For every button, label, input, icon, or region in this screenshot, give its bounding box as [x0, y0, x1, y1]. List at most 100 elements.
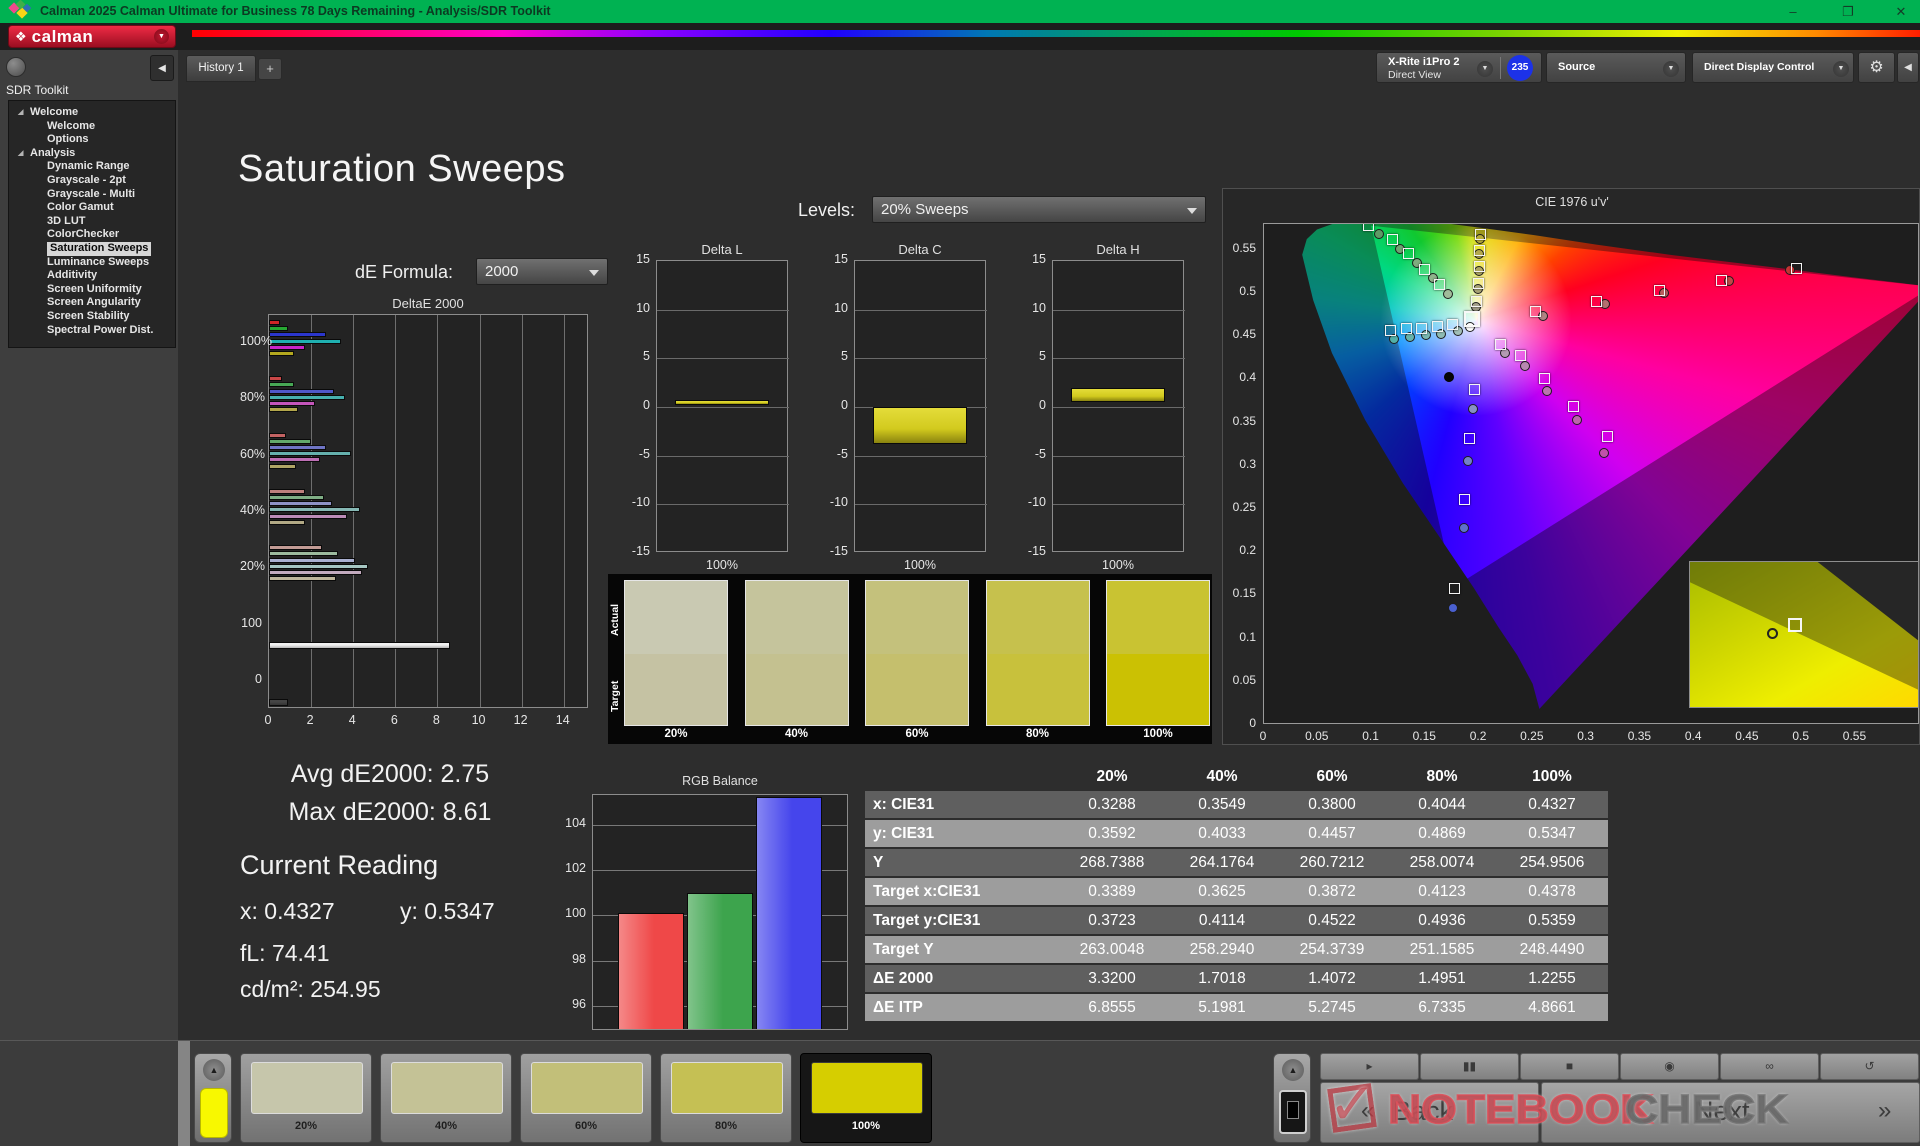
sidebar-status-orb[interactable]: [6, 57, 26, 77]
patch-button-40%[interactable]: 40%: [380, 1053, 512, 1143]
arrow-up-icon[interactable]: ▲: [1282, 1059, 1304, 1081]
tree-item-welcome[interactable]: ◢ Welcome: [9, 106, 175, 120]
deltae-bar: [269, 376, 282, 382]
group-label: 80%: [240, 390, 266, 405]
pause-button[interactable]: ▮▮: [1420, 1053, 1519, 1080]
tree-item-label: Additivity: [47, 269, 98, 282]
tree-item-analysis[interactable]: ◢ Analysis: [9, 147, 175, 161]
levels-select[interactable]: 20% Sweeps: [872, 196, 1206, 223]
tree-item-additivity[interactable]: Additivity: [9, 269, 175, 283]
y-tick-label: 15: [834, 252, 848, 266]
divider: [1500, 57, 1501, 79]
max-de2000: Max dE2000: 8.61: [288, 798, 492, 826]
minimize-button[interactable]: –: [1778, 2, 1808, 21]
calman-wordmark: calman: [31, 26, 94, 46]
deltae-bar: [269, 488, 305, 494]
pattern-window-button[interactable]: [1279, 1090, 1307, 1134]
display-control-label: Direct Display Control: [1704, 61, 1815, 73]
meter-count-badge[interactable]: 235: [1507, 55, 1533, 81]
deltae-bar: [269, 545, 322, 551]
delta_h-bar: [1071, 387, 1165, 403]
sidebar-collapse-button[interactable]: ◀: [150, 55, 174, 81]
actual-target-swatch-panel: Actual Target 20% 40% 60% 80% 100%: [608, 574, 1212, 744]
tree-item-screen-angularity[interactable]: Screen Angularity: [9, 296, 175, 310]
tree-item-dynamic-range[interactable]: Dynamic Range: [9, 160, 175, 174]
table-cell: 0.4378: [1528, 883, 1576, 900]
target-square: [1716, 275, 1728, 286]
swatch-pair: [865, 580, 969, 726]
arrow-up-icon[interactable]: ▲: [203, 1059, 225, 1081]
tree-expander-icon[interactable]: ◢: [18, 106, 23, 120]
table-cell: 0.5359: [1528, 912, 1576, 929]
y-tick-label: 15: [636, 252, 650, 266]
meter-dropdown[interactable]: X-Rite i1Pro 2 Direct View ▼ 235: [1376, 52, 1542, 83]
deltae2000-plot: [268, 314, 588, 708]
tree-expander-icon[interactable]: ◢: [18, 147, 23, 161]
patch-button-60%[interactable]: 60%: [520, 1053, 652, 1143]
patch-window-control-left: ▲: [194, 1053, 232, 1143]
patch-button-20%[interactable]: 20%: [240, 1053, 372, 1143]
settings-gear-button[interactable]: ⚙: [1858, 52, 1895, 83]
cie-x-tick: 0.45: [1735, 729, 1759, 743]
swatch-label: 60%: [905, 728, 929, 740]
cie-y-tick: 0.15: [1232, 586, 1256, 601]
calman-app-icon: [8, 0, 32, 20]
tree-item-spectral-power-dist-[interactable]: Spectral Power Dist.: [9, 324, 175, 338]
next-button[interactable]: Next »: [1541, 1082, 1920, 1143]
table-cell: 0.4044: [1418, 796, 1466, 813]
tree-item-label: Saturation Sweeps: [47, 241, 152, 256]
display-control-dropdown[interactable]: Direct Display Control ▼: [1692, 52, 1854, 83]
play-button[interactable]: ▸: [1320, 1053, 1419, 1080]
refresh-button[interactable]: ↺: [1820, 1053, 1919, 1080]
de-formula-select[interactable]: 2000: [476, 258, 608, 285]
delta-h-chart: Delta H 15 10 5 0 -5 -10 -15 100%: [1012, 242, 1188, 584]
tree-item-grayscale-2pt[interactable]: Grayscale - 2pt: [9, 174, 175, 188]
table-cell: 0.4457: [1308, 825, 1356, 842]
back-button[interactable]: « Back: [1320, 1082, 1539, 1143]
target-square: [1791, 262, 1803, 274]
panel-collapse-button[interactable]: ◀: [1897, 52, 1919, 83]
deltae-bar: [269, 332, 326, 338]
deltae-bar: [269, 388, 335, 394]
gridline: [521, 315, 523, 707]
patch-button-80%[interactable]: 80%: [660, 1053, 792, 1143]
target-square: [1419, 263, 1431, 275]
add-tab-button[interactable]: +: [258, 58, 282, 80]
cie-x-tick: 0.25: [1520, 729, 1544, 743]
group-label: 60%: [240, 446, 266, 461]
tree-item-label: Screen Angularity: [47, 296, 141, 309]
current-x: x: 0.4327: [240, 898, 335, 924]
table-cell: 3.3200: [1088, 970, 1136, 987]
tree-item-luminance-sweeps[interactable]: Luminance Sweeps: [9, 256, 175, 270]
tree-item-colorchecker[interactable]: ColorChecker: [9, 228, 175, 242]
patch-chip: [811, 1062, 923, 1114]
tree-item-welcome[interactable]: Welcome: [9, 120, 175, 134]
splitter-handle[interactable]: [178, 1041, 190, 1146]
eye-button[interactable]: ◉: [1620, 1053, 1719, 1080]
patch-button-100%[interactable]: 100%: [800, 1053, 932, 1143]
table-cell: 0.3625: [1198, 883, 1246, 900]
deltae-bar: [269, 432, 286, 438]
stop-button[interactable]: ■: [1520, 1053, 1619, 1080]
table-cell: 0.3549: [1198, 796, 1246, 813]
active-patch-preview[interactable]: [200, 1088, 228, 1138]
tab-history-1[interactable]: History 1: [186, 55, 256, 82]
restore-button[interactable]: ❐: [1833, 2, 1863, 21]
gridline: [479, 315, 481, 707]
source-dropdown[interactable]: Source ▼: [1546, 52, 1686, 83]
tree-item-3d-lut[interactable]: 3D LUT: [9, 215, 175, 229]
tree-item-screen-uniformity[interactable]: Screen Uniformity: [9, 283, 175, 297]
tree-item-grayscale-multi[interactable]: Grayscale - Multi: [9, 188, 175, 202]
table-row: ΔE ITP 6.8555 5.1981 5.2745 6.7335 4.8661: [865, 994, 1608, 1021]
results-table: 20% 40% 60% 80% 100% x: CIE31 0.3288 0.3549 0.38…: [865, 765, 1608, 1023]
tree-item-saturation-sweeps[interactable]: Saturation Sweeps: [9, 241, 175, 256]
loop-button[interactable]: ∞: [1720, 1053, 1819, 1080]
tree-item-screen-stability[interactable]: Screen Stability: [9, 310, 175, 324]
close-button[interactable]: ✕: [1886, 2, 1916, 21]
y-tick-label: 104: [565, 815, 586, 830]
y-tick-label: 98: [572, 951, 586, 966]
tree-item-color-gamut[interactable]: Color Gamut: [9, 201, 175, 215]
x-label: 100%: [904, 558, 936, 572]
tree-item-options[interactable]: Options: [9, 133, 175, 147]
calman-menu-button[interactable]: ❖ calman ▼: [8, 25, 176, 48]
